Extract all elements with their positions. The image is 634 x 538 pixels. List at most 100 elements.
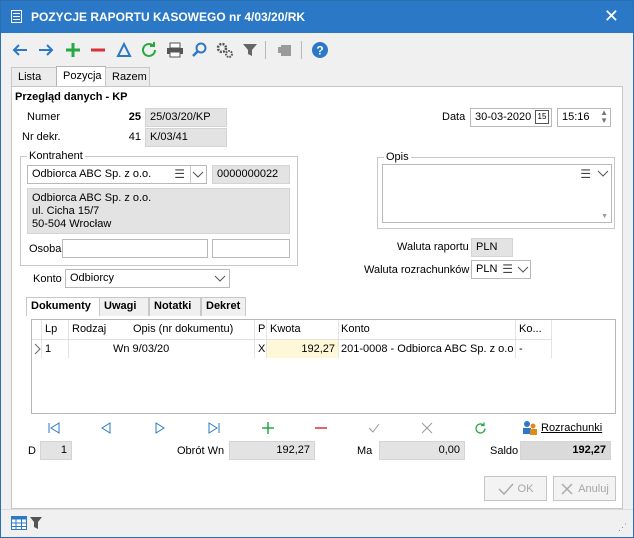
waluta-rozrachunkow-select[interactable]: PLN ☰ [471, 260, 531, 279]
resize-grip-icon[interactable]: ⋰ [618, 522, 627, 533]
filter-icon[interactable] [241, 41, 259, 59]
check-icon [498, 482, 514, 495]
opis-field[interactable]: ☰ ▼ [382, 164, 612, 223]
section-title: Przegląd danych - KP [15, 91, 128, 103]
tab-razem[interactable]: Razem [105, 67, 150, 87]
numer-field[interactable]: 25 [65, 108, 146, 127]
table-cell[interactable]: 201-0008 - Odbiorca ABC Sp. z o.o. [341, 340, 513, 358]
address-line-3: 50-504 Wrocław [32, 218, 112, 230]
ok-button[interactable]: OK [484, 476, 547, 501]
konto-label: Konto [33, 273, 62, 285]
print-icon[interactable] [166, 41, 184, 59]
opis-title: Opis [384, 151, 411, 163]
time-field[interactable]: 15:16 ▲ ▼ [557, 108, 611, 127]
table-cell[interactable]: 192,27 [267, 340, 338, 358]
chevron-down-icon[interactable] [517, 263, 529, 278]
first-icon[interactable] [46, 420, 62, 436]
kontrahent-group: Kontrahent Odbiorca ABC Sp. z o.o. ☰ 000… [20, 150, 298, 266]
refresh-icon[interactable] [140, 41, 158, 59]
nrdekr-ref: K/03/41 [145, 128, 227, 147]
calendar-icon[interactable]: 15 [535, 110, 549, 124]
saldo-value: 192,27 [520, 441, 611, 460]
status-bar: ⋰ [1, 509, 633, 537]
column-header[interactable]: Opis (nr dokumentu) [133, 320, 233, 339]
obrot-wn-label: Obrót Wn [177, 445, 225, 457]
osoba-field[interactable] [62, 239, 208, 258]
row-pointer-icon [34, 343, 41, 358]
chevron-down-icon[interactable] [597, 167, 609, 182]
attachment-icon[interactable] [276, 41, 294, 59]
list-icon[interactable]: ☰ [174, 167, 185, 181]
column-header[interactable]: P [258, 320, 265, 339]
saldo-label: Saldo [490, 445, 519, 457]
table-icon[interactable] [11, 516, 27, 530]
column-header[interactable]: Konto [341, 320, 370, 339]
time-value: 15:16 [562, 111, 590, 123]
close-icon [561, 482, 573, 495]
cancel-button[interactable]: Anuluj [553, 476, 616, 501]
ma-value: 0,00 [379, 441, 465, 460]
arrow-right-icon[interactable] [37, 41, 55, 59]
add-icon[interactable] [64, 41, 82, 59]
position-panel: Przegląd danych - KP Numer 25 25/03/20/K… [11, 86, 623, 509]
scroll-down-icon[interactable]: ▼ [601, 213, 608, 220]
title-bar: POZYCJE RAPORTU KASOWEGO nr 4/03/20/RK ✕ [1, 1, 633, 33]
waluta-rozrachunkow-label: Waluta rozrachunków [364, 264, 470, 276]
chevron-down-icon[interactable] [190, 166, 206, 183]
osoba-extra-field[interactable] [212, 239, 290, 258]
tab-lista[interactable]: Lista [11, 67, 57, 87]
numer-label: Numer [27, 111, 61, 123]
date-field[interactable]: 30-03-2020 15 [470, 108, 552, 127]
add-row-icon[interactable] [260, 420, 276, 436]
address-line-1: Odbiorca ABC Sp. z o.o. [32, 192, 152, 204]
cancel-edit-icon[interactable] [419, 420, 435, 436]
last-icon[interactable] [206, 420, 222, 436]
prev-icon[interactable] [98, 420, 114, 436]
list-icon[interactable]: ☰ [580, 167, 591, 181]
kontrahent-address: Odbiorca ABC Sp. z o.o. ul. Cicha 15/7 5… [27, 188, 290, 234]
tab-uwagi[interactable]: Uwagi [99, 297, 149, 316]
kontrahent-title: Kontrahent [27, 150, 85, 162]
edit-triangle-icon[interactable] [115, 41, 133, 59]
next-icon[interactable] [152, 420, 168, 436]
chevron-down-icon[interactable] [214, 272, 226, 287]
list-icon[interactable]: ☰ [502, 262, 513, 276]
d-label: D [28, 445, 36, 457]
column-header[interactable]: Lp [45, 320, 57, 339]
numer-ref: 25/03/20/KP [145, 108, 227, 127]
tab-notatki[interactable]: Notatki [149, 297, 201, 316]
waluta-raportu-label: Waluta raportu [397, 241, 469, 253]
spin-icon[interactable]: ▲ ▼ [600, 109, 608, 125]
refresh-icon[interactable] [472, 420, 488, 436]
dialog-window: POZYCJE RAPORTU KASOWEGO nr 4/03/20/RK ✕ [0, 0, 634, 538]
help-icon[interactable]: ? [311, 41, 329, 59]
osoba-label: Osoba [29, 243, 62, 255]
column-header[interactable]: Ko... [519, 320, 542, 339]
tab-dokumenty[interactable]: Dokumenty [26, 297, 100, 316]
toolbar-separator [301, 41, 302, 59]
konto-select[interactable]: Odbiorcy [65, 269, 230, 288]
table-cell[interactable]: X [258, 340, 265, 358]
arrow-left-icon[interactable] [11, 41, 29, 59]
search-icon[interactable] [191, 41, 209, 59]
rozrachunki-button[interactable]: Rozrachunki [522, 418, 602, 438]
gears-icon[interactable] [216, 41, 234, 59]
svg-text:?: ? [316, 44, 323, 58]
obrot-wn-value: 192,27 [229, 441, 315, 460]
nrdekr-field: 41 [65, 128, 146, 147]
ok-label: OK [517, 482, 534, 495]
close-icon[interactable]: ✕ [604, 7, 619, 25]
column-header[interactable]: Rodzaj [72, 320, 106, 339]
check-icon[interactable] [366, 420, 382, 436]
table-cell[interactable]: - [519, 340, 523, 358]
tab-pozycja[interactable]: Pozycja [56, 66, 106, 87]
delete-row-icon[interactable] [313, 420, 329, 436]
remove-icon[interactable] [89, 41, 107, 59]
address-line-2: ul. Cicha 15/7 [32, 205, 100, 217]
table-cell[interactable]: 1 [45, 340, 51, 358]
kontrahent-select[interactable]: Odbiorca ABC Sp. z o.o. ☰ [27, 165, 207, 184]
table-cell[interactable]: Wn 9/03/20 [113, 340, 169, 358]
filter-icon[interactable] [30, 516, 42, 530]
tab-dekret[interactable]: Dekret [201, 297, 246, 316]
column-header[interactable]: Kwota [270, 320, 301, 339]
